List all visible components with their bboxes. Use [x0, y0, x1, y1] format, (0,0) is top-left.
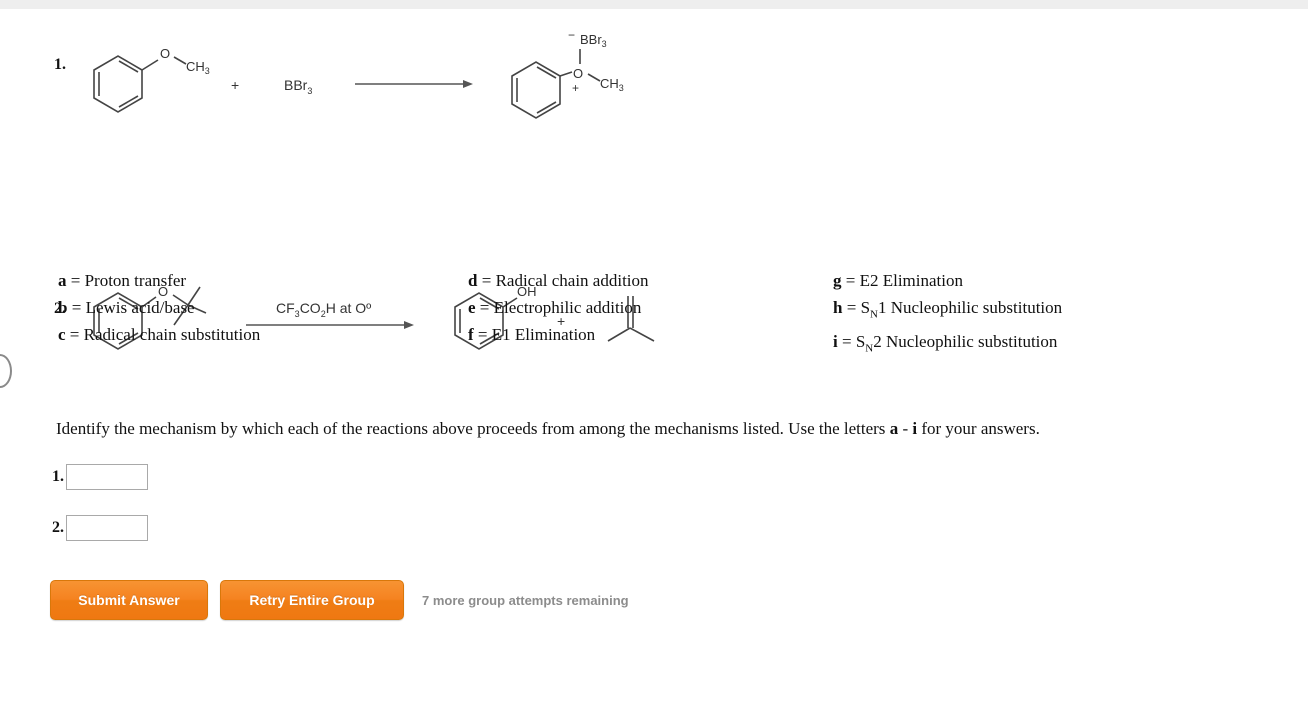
mechanism-label-f: E1 Elimination [491, 325, 596, 344]
mechanism-eq-a: = [66, 271, 85, 290]
instruction-letter-a: a [889, 419, 899, 438]
mechanism-item-i: i = SN2 Nucleophilic substitution [833, 328, 1062, 362]
reaction-1-product-plus-charge: + [572, 81, 579, 95]
answer-row-2: 2. [52, 515, 148, 541]
reaction-1-product-ch3-label: CH3 [600, 76, 624, 93]
mechanism-label-b: Lewis acid/base [85, 298, 195, 317]
page-canvas: 1. O CH3 + BBr3 − BBr3 O + CH3 2. O CF3C… [0, 9, 1308, 714]
mechanism-label-h: S [860, 298, 871, 317]
mechanism-eq-c: = [65, 325, 84, 344]
answer-row-1: 1. [52, 464, 148, 490]
reaction-2: 2. O CF3CO2H at Oº OH + [0, 139, 1308, 350]
reaction-1-o-label: O [160, 46, 170, 61]
answer-label-2: 2. [52, 519, 64, 536]
reaction-1-product-minus-charge: − [568, 28, 575, 42]
mechanism-sub-h: N [870, 308, 878, 321]
footer-button-bar: Submit Answer Retry Entire Group 7 more … [50, 580, 629, 620]
mechanism-key-column-2: d = Radical chain addition e = Electroph… [468, 267, 649, 348]
instruction-dash: - [898, 419, 913, 438]
mechanism-item-g: g = E2 Elimination [833, 267, 1062, 294]
mechanism-label-tail-h: 1 Nucleophilic substitution [877, 298, 1063, 317]
answer-label-1: 1. [52, 468, 64, 485]
mechanism-label-g: E2 Elimination [859, 271, 963, 290]
reaction-1-reactant-anisole: O CH3 [82, 40, 222, 120]
mechanism-eq-g: = [841, 271, 860, 290]
reaction-1-plus-sign: + [231, 77, 240, 93]
mechanism-eq-f: = [473, 325, 492, 344]
submit-answer-button[interactable]: Submit Answer [50, 580, 208, 620]
mechanism-label-i: S [855, 332, 866, 352]
mechanism-key-column-1: a = Proton transfer b = Lewis acid/base … [58, 267, 260, 348]
reaction-1-arrow [355, 76, 475, 92]
mechanism-item-e: e = Electrophilic addition [468, 294, 649, 321]
mechanism-eq-h: = [842, 298, 861, 317]
mechanism-item-a: a = Proton transfer [58, 267, 260, 294]
mechanism-letter-e: e [468, 298, 476, 317]
mechanism-item-b: b = Lewis acid/base [58, 294, 260, 321]
mechanism-eq-d: = [477, 271, 496, 290]
mechanism-letter-g: g [833, 271, 842, 290]
reaction-1-product-complex: − BBr3 O + CH3 [500, 26, 670, 126]
mechanism-key-column-3: g = E2 Elimination h = SN1 Nucleophilic … [833, 267, 1062, 363]
mechanism-item-d: d = Radical chain addition [468, 267, 649, 294]
reaction-1-number: 1. [54, 56, 66, 73]
mechanism-item-c: c = Radical chain substitution [58, 321, 260, 348]
reaction-1: 1. O CH3 + BBr3 − BBr3 O + CH3 [0, 18, 1308, 138]
mechanism-label-c: Radical chain substitution [83, 325, 261, 344]
reaction-2-condition-text: CF3CO2H at Oº [276, 300, 372, 319]
mechanism-item-f: f = E1 Elimination [468, 321, 649, 348]
mechanism-label-d: Radical chain addition [495, 271, 649, 290]
mechanism-eq-e: = [475, 298, 494, 317]
instruction-part-2: for your answers. [917, 419, 1040, 438]
mechanism-item-h: h = SN1 Nucleophilic substitution [833, 294, 1062, 328]
mechanism-label-tail-i: 2 Nucleophilic substitution [873, 332, 1058, 352]
instruction-part-1: Identify the mechanism by which each of … [56, 419, 890, 438]
mechanism-eq-i: = [837, 332, 856, 352]
mechanism-eq-b: = [67, 298, 86, 317]
mechanism-letter-c: c [58, 325, 66, 344]
reaction-2-arrow [246, 319, 416, 335]
reaction-1-product-o-label: O [573, 66, 583, 81]
reaction-1-product-bbr3-label: BBr3 [580, 32, 607, 49]
mechanism-label-a: Proton transfer [84, 271, 187, 290]
instruction-text: Identify the mechanism by which each of … [56, 419, 1040, 439]
mechanism-label-e: Electrophilic addition [493, 298, 642, 317]
answer-input-1[interactable] [66, 464, 148, 490]
mechanism-letter-a: a [58, 271, 67, 290]
top-strip [0, 0, 1308, 9]
reaction-1-ch3-label: CH3 [186, 59, 210, 76]
left-edge-circle-artifact [0, 354, 12, 388]
answer-input-2[interactable] [66, 515, 148, 541]
reaction-1-reagent-bbr3: BBr3 [284, 77, 313, 96]
retry-entire-group-button[interactable]: Retry Entire Group [220, 580, 404, 620]
attempts-remaining-text: 7 more group attempts remaining [422, 592, 629, 608]
